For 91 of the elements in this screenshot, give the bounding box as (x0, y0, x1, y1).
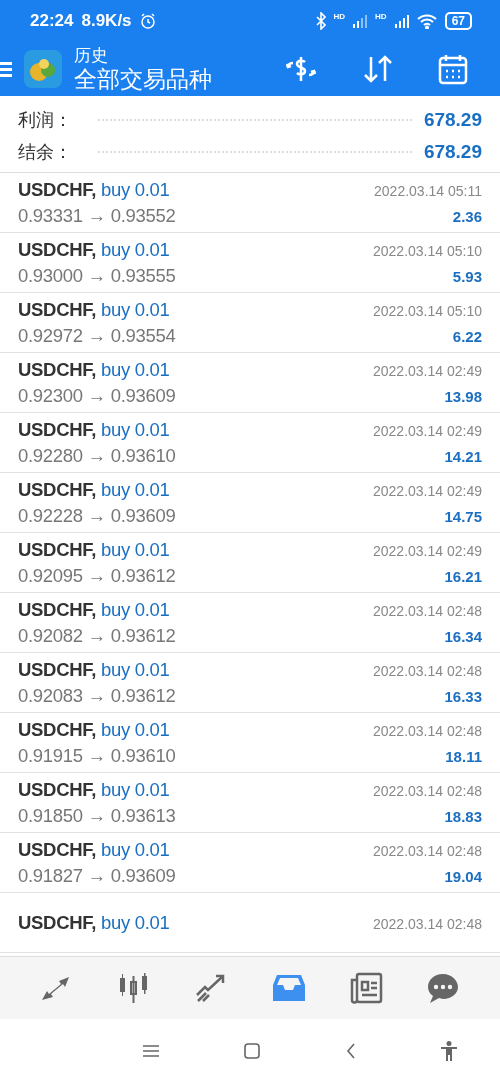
dollar-exchange-icon[interactable] (284, 54, 318, 84)
trade-time: 2022.03.14 02:48 (373, 602, 482, 619)
trade-time: 2022.03.14 05:10 (373, 242, 482, 259)
trade-symbol: USDCHF, buy 0.01 (18, 911, 170, 934)
trade-symbol: USDCHF, buy 0.01 (18, 718, 170, 741)
hd-label: HD (375, 12, 387, 21)
trade-time: 2022.03.14 02:49 (373, 542, 482, 559)
trade-row[interactable]: USDCHF, buy 0.01 2022.03.14 02:48 (0, 893, 500, 953)
summary-label: 利润： (18, 109, 73, 132)
trade-time: 2022.03.14 02:48 (373, 782, 482, 799)
trade-symbol: USDCHF, buy 0.01 (18, 358, 170, 381)
trade-row[interactable]: USDCHF, buy 0.01 2022.03.14 02:48 0.92082 → 0.93612 16.34 (0, 593, 500, 653)
trade-symbol: USDCHF, buy 0.01 (18, 838, 170, 861)
trade-profit: 16.33 (444, 687, 482, 705)
trade-time: 2022.03.14 05:10 (373, 302, 482, 319)
summary-label: 结余： (18, 141, 73, 164)
trade-row[interactable]: USDCHF, buy 0.01 2022.03.14 02:48 0.92083 → 0.93612 16.33 (0, 653, 500, 713)
summary-value: 678.29 (423, 109, 482, 131)
trade-time: 2022.03.14 02:48 (373, 662, 482, 679)
accessibility-icon[interactable] (441, 1041, 458, 1061)
signal-icon (394, 14, 409, 28)
summary-value: 678.29 (423, 141, 482, 163)
trade-row[interactable]: USDCHF, buy 0.01 2022.03.14 02:48 0.91827 → 0.93609 19.04 (0, 833, 500, 893)
trade-row[interactable]: USDCHF, buy 0.01 2022.03.14 02:49 0.92280 → 0.93610 14.21 (0, 413, 500, 473)
trade-time: 2022.03.14 02:49 (373, 362, 482, 379)
inbox-icon (271, 973, 306, 1003)
menu-icon[interactable] (142, 1044, 159, 1058)
trade-symbol: USDCHF, buy 0.01 (18, 298, 170, 321)
trade-row[interactable]: USDCHF, buy 0.01 2022.03.14 05:10 0.92972 → 0.93554 6.22 (0, 293, 500, 353)
trade-prices: 0.93000 → 0.93555 (18, 264, 176, 287)
trade-profit: 14.75 (444, 507, 482, 525)
alarm-icon (139, 13, 156, 29)
trade-profit: 18.83 (444, 807, 482, 825)
trade-time: 2022.03.14 02:49 (373, 422, 482, 439)
trade-profit: 13.98 (444, 387, 482, 405)
trade-prices: 0.92082 → 0.93612 (18, 624, 176, 647)
trade-prices: 0.91915 → 0.93610 (18, 744, 176, 767)
trade-profit: 5.93 (452, 267, 482, 285)
trade-symbol: USDCHF, buy 0.01 (18, 178, 170, 201)
trade-prices: 0.93331 → 0.93552 (18, 204, 176, 227)
trade-profit: 2.36 (452, 207, 482, 225)
trade-row[interactable]: USDCHF, buy 0.01 2022.03.14 02:48 0.91915 → 0.93610 18.11 (0, 713, 500, 773)
trade-profit: 16.34 (444, 627, 482, 645)
newspaper-icon (348, 972, 383, 1004)
trade-row[interactable]: USDCHF, buy 0.01 2022.03.14 02:49 0.92300 → 0.93609 13.98 (0, 353, 500, 413)
trade-profit: 6.22 (452, 327, 482, 345)
trade-row[interactable]: USDCHF, buy 0.01 2022.03.14 02:49 0.92095 → 0.93612 16.21 (0, 533, 500, 593)
trade-time: 2022.03.14 02:48 (373, 915, 482, 932)
network-speed: 8.9K/s (81, 11, 132, 31)
trade-row[interactable]: USDCHF, buy 0.01 2022.03.14 02:48 0.91850 → 0.93613 18.83 (0, 773, 500, 833)
bluetooth-icon (315, 12, 326, 30)
home-icon[interactable] (244, 1043, 261, 1059)
trade-prices: 0.92228 → 0.93609 (18, 504, 176, 527)
menu-icon[interactable] (0, 59, 12, 79)
trade-prices: 0.92280 → 0.93610 (18, 444, 176, 467)
trade-prices: 0.92083 → 0.93612 (18, 684, 176, 707)
trade-row[interactable]: USDCHF, buy 0.01 2022.03.14 05:10 0.93000 → 0.93555 5.93 (0, 233, 500, 293)
trade-profit: 16.21 (444, 567, 482, 585)
trade-time: 2022.03.14 02:48 (373, 842, 482, 859)
hd-label: HD (333, 12, 346, 21)
trade-prices: 0.91850 → 0.93613 (18, 804, 176, 827)
trade-row[interactable]: USDCHF, buy 0.01 2022.03.14 02:49 0.92228 → 0.93609 14.75 (0, 473, 500, 533)
app-logo-icon (24, 50, 62, 88)
chat-bubble-icon (426, 972, 461, 1004)
trade-profit: 19.04 (444, 867, 482, 885)
trade-symbol: USDCHF, buy 0.01 (18, 238, 170, 261)
trade-prices: 0.92095 → 0.93612 (18, 564, 176, 587)
trade-time: 2022.03.14 02:49 (373, 482, 482, 499)
trade-symbol: USDCHF, buy 0.01 (18, 598, 170, 621)
trade-symbol: USDCHF, buy 0.01 (18, 538, 170, 561)
sort-arrows-icon[interactable] (362, 54, 394, 84)
trade-row[interactable]: USDCHF, buy 0.01 2022.03.14 05:11 0.93331 → 0.93552 2.36 (0, 173, 500, 233)
signal-icon (353, 14, 368, 28)
trade-profit: 14.21 (444, 447, 482, 465)
symbol-filter[interactable]: 全部交易品种 (74, 65, 212, 92)
calendar-icon[interactable] (438, 53, 468, 85)
trade-time: 2022.03.14 05:11 (374, 182, 482, 199)
trade-profit: 18.11 (445, 747, 482, 765)
screen-title: 历史 (74, 46, 109, 66)
back-icon[interactable] (345, 1043, 356, 1059)
trade-symbol: USDCHF, buy 0.01 (18, 778, 170, 801)
trade-symbol: USDCHF, buy 0.01 (18, 658, 170, 681)
battery-indicator: 67 (444, 12, 472, 30)
clock-time: 22:24 (30, 11, 74, 31)
trade-time: 2022.03.14 02:48 (373, 722, 482, 739)
trade-prices: 0.91827 → 0.93609 (18, 864, 176, 887)
trade-prices: 0.92300 → 0.93609 (18, 384, 176, 407)
trade-prices: 0.92972 → 0.93554 (18, 324, 176, 347)
trade-symbol: USDCHF, buy 0.01 (18, 478, 170, 501)
trade-symbol: USDCHF, buy 0.01 (18, 418, 170, 441)
wifi-icon (416, 13, 437, 29)
